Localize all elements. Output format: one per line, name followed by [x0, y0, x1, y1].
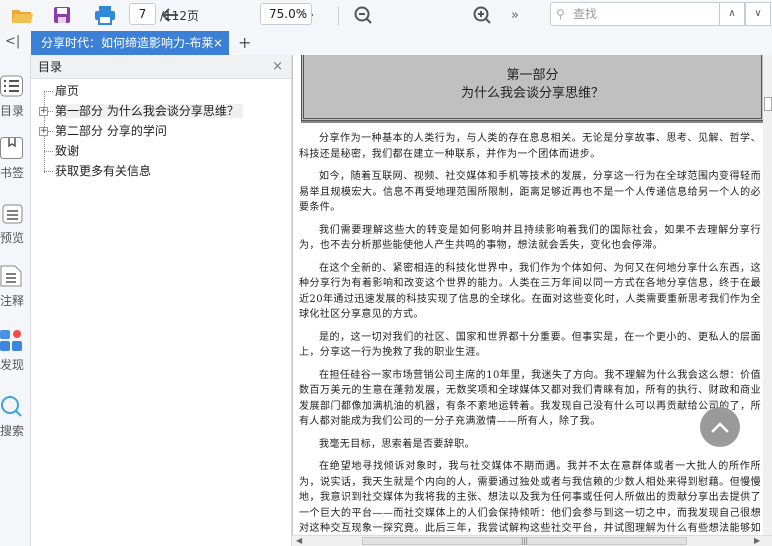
toc-item[interactable]: + 第二部分 分享的学问 — [31, 121, 291, 141]
toc-item-label: 第二部分 分享的学问 — [55, 124, 167, 138]
toc-item-label: 致谢 — [55, 144, 80, 158]
scroll-right-arrow-icon[interactable]: ▶ — [754, 536, 760, 545]
search-placeholder: 查找 — [573, 7, 598, 21]
paragraph: 分享作为一种基本的人类行为，与人类的存在息息相关。无论是分享故事、思考、见解、哲… — [299, 133, 761, 160]
close-tab-icon[interactable]: × — [213, 31, 223, 55]
chapter-heading: 第一部分 为什么我会谈分享思维？ — [301, 55, 763, 121]
sidebar-item-label: 目录 — [0, 104, 25, 118]
scrollbar-thumb[interactable] — [764, 97, 772, 111]
print-icon[interactable] — [93, 4, 117, 26]
list-icon — [0, 75, 23, 97]
toc-tree: 扉页 + 第一部分 为什么我会谈分享思维？ + 第二部分 分享的学问 致谢 获取更多… — [31, 79, 291, 181]
divider — [338, 6, 339, 26]
toc-item-label: 扉页 — [55, 84, 80, 98]
page-number-input[interactable]: 7 — [129, 3, 156, 25]
expand-icon[interactable]: + — [39, 127, 48, 136]
toolbar: 7 /112页 75.0% ∨ » ⚲ 查找 ∧ ∨ — [0, 0, 772, 31]
back-to-top-button[interactable] — [700, 407, 740, 447]
sidebar-item-search[interactable]: 搜索 — [0, 395, 31, 439]
discover-apps-icon — [0, 330, 22, 351]
sidebar: 目录 书签 预览 注释 发现 搜索 — [0, 55, 31, 546]
new-tab-button[interactable]: + — [238, 33, 251, 52]
paragraph: 在绝望地寻找倾诉对象时，我与社交媒体不期而遇。我并不太在意群体或者一大批人的所作… — [299, 461, 761, 534]
tab-label: 分享时代：如何缔造影响力-布莱 — [41, 36, 214, 50]
search-previous-button[interactable]: ∧ — [719, 2, 745, 26]
search-icon — [1, 396, 22, 417]
toc-item[interactable]: + 第一部分 为什么我会谈分享思维？ — [31, 101, 291, 121]
preview-icon — [2, 204, 23, 224]
toc-item[interactable]: 致谢 — [31, 141, 291, 161]
toc-item[interactable]: 获取更多有关信息 — [31, 161, 291, 181]
paragraph: 在担任硅谷一家市场营销公司主席的10年里，我迷失了方向。我不理解为什么我会这么想… — [299, 369, 761, 428]
toc-header: 目录 × — [31, 55, 291, 79]
sidebar-item-label: 预览 — [0, 231, 25, 245]
chapter-number: 第一部分 — [506, 68, 559, 83]
expand-icon[interactable]: + — [39, 107, 48, 116]
search-icon: ⚲ — [556, 7, 565, 21]
chevron-up-icon — [711, 422, 729, 433]
collapse-panel-icon[interactable]: <| — [5, 34, 20, 49]
sidebar-item-bookmarks[interactable]: 书签 — [0, 137, 31, 181]
vertical-scrollbar[interactable] — [763, 55, 772, 535]
sidebar-item-annotations[interactable]: 注释 — [0, 265, 31, 309]
sidebar-item-discover[interactable]: 发现 — [0, 329, 31, 373]
zoom-level-select[interactable]: 75.0% ∨ — [260, 3, 312, 25]
page-total: /112页 — [160, 9, 199, 23]
sidebar-item-label: 注释 — [0, 294, 25, 308]
paragraph: 在这个全新的、紧密相连的科技化世界中，我们作为个体如何、为何又在何地分享什么东西… — [299, 262, 761, 321]
toc-panel: 目录 × 扉页 + 第一部分 为什么我会谈分享思维？ + 第二部分 分享的学问 致谢 … — [31, 55, 292, 546]
toc-item-label: 第一部分 为什么我会谈分享思维？ — [55, 104, 243, 118]
zoom-out-icon[interactable] — [351, 4, 375, 26]
close-panel-icon[interactable]: × — [272, 55, 283, 79]
chevron-down-icon: ∨ — [299, 9, 306, 19]
sidebar-item-label: 发现 — [0, 358, 25, 372]
horizontal-scrollbar[interactable]: ◀ ||| ▶ — [292, 535, 772, 546]
sidebar-item-label: 书签 — [0, 166, 25, 180]
toc-item[interactable]: 扉页 — [31, 81, 291, 101]
paragraph: 我毫无目标，思索着是否要辞职。 — [319, 438, 475, 450]
paragraph: 是的，这一切对我们的社区、国家和世界都十分重要。但事实是，在一个更小的、更私人的… — [299, 331, 761, 359]
scrollbar-thumb[interactable]: ||| — [362, 537, 687, 545]
document-view: 第一部分 为什么我会谈分享思维？ 分享作为一种基本的人类行为，与人类的存在息息相… — [292, 55, 763, 535]
toc-title: 目录 — [38, 60, 63, 74]
paragraph: 如今，随着互联网、视频、社交媒体和手机等技术的发展，分享这一行为在全球范围内变得… — [299, 171, 761, 213]
more-tools-button[interactable]: » — [503, 4, 527, 26]
save-icon[interactable] — [50, 4, 74, 26]
search-next-button[interactable]: ∨ — [745, 2, 771, 26]
tab-bar: <| 分享时代：如何缔造影响力-布莱 × + — [0, 31, 772, 55]
sidebar-item-preview[interactable]: 预览 — [0, 202, 31, 246]
scroll-left-arrow-icon[interactable]: ◀ — [296, 536, 302, 545]
sidebar-item-toc[interactable]: 目录 — [0, 75, 31, 119]
document-body: 分享作为一种基本的人类行为，与人类的存在息息相关。无论是分享故事、思考、见解、哲… — [299, 131, 761, 535]
open-folder-icon[interactable] — [10, 4, 34, 26]
search-input[interactable]: ⚲ 查找 — [550, 2, 720, 26]
tab-document[interactable]: 分享时代：如何缔造影响力-布莱 × — [31, 31, 229, 55]
note-icon — [0, 265, 22, 287]
bookmark-icon — [0, 137, 23, 159]
toc-item-label: 获取更多有关信息 — [55, 164, 152, 178]
sidebar-item-label: 搜索 — [0, 424, 25, 438]
chapter-title: 为什么我会谈分享思维？ — [460, 86, 604, 101]
paragraph: 我们需要理解这些大的转变是如何影响并且持续影响着我们的国际社会，如果不去理解分享… — [299, 224, 761, 252]
zoom-in-icon[interactable] — [470, 4, 494, 26]
